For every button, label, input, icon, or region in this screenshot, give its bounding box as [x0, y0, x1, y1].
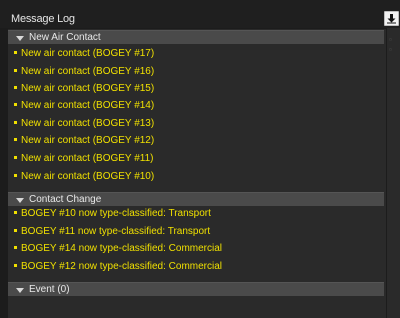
message-text: New air contact (BOGEY #10)	[21, 171, 155, 182]
message-text: BOGEY #12 now type-classified: Commercia…	[21, 261, 223, 272]
message-text: BOGEY #11 now type-classified: Transport	[21, 226, 211, 237]
scroll-rail[interactable]	[387, 28, 400, 318]
chevron-down-icon[interactable]	[11, 285, 24, 294]
message-text: New air contact (BOGEY #13)	[21, 118, 155, 129]
list-item[interactable]: BOGEY #11 now type-classified: Transport	[14, 225, 210, 239]
rail-marker-icon: ▫	[389, 35, 392, 44]
message-text: New air contact (BOGEY #17)	[21, 48, 155, 59]
message-text: New air contact (BOGEY #14)	[21, 100, 155, 111]
list-item[interactable]: New air contact (BOGEY #15)	[14, 82, 154, 96]
list-item[interactable]: New air contact (BOGEY #13)	[14, 117, 154, 131]
list-item[interactable]: BOGEY #14 now type-classified: Commercia…	[14, 242, 222, 256]
bullet-icon	[14, 50, 17, 54]
message-text: New air contact (BOGEY #16)	[21, 66, 155, 77]
chevron-down-icon[interactable]	[11, 195, 24, 204]
bullet-icon	[14, 155, 17, 159]
section-label: New Air Contact	[29, 32, 101, 43]
message-text: BOGEY #14 now type-classified: Commercia…	[21, 243, 223, 254]
section-header-new-air-contact[interactable]: New Air Contact	[8, 30, 384, 44]
section-header-contact-change[interactable]: Contact Change	[8, 192, 384, 206]
bullet-icon	[14, 210, 17, 214]
bullet-icon	[14, 263, 17, 267]
message-text: BOGEY #10 now type-classified: Transport	[21, 208, 211, 219]
bullet-icon	[14, 85, 17, 89]
section-label: Event (0)	[29, 284, 70, 295]
list-item[interactable]: New air contact (BOGEY #16)	[14, 65, 154, 79]
bullet-icon	[14, 102, 17, 106]
bullet-icon	[14, 245, 17, 249]
list-item[interactable]: New air contact (BOGEY #14)	[14, 99, 154, 113]
download-icon	[387, 14, 396, 24]
message-text: New air contact (BOGEY #15)	[21, 83, 155, 94]
bullet-icon	[14, 120, 17, 124]
download-button[interactable]	[384, 11, 399, 26]
list-item[interactable]: New air contact (BOGEY #10)	[14, 170, 154, 184]
bullet-icon	[14, 228, 17, 232]
bullet-icon	[14, 68, 17, 72]
message-log-window: Message Log ▫ ▫ New Air Contact New air …	[0, 0, 400, 318]
list-item[interactable]: New air contact (BOGEY #17)	[14, 47, 154, 61]
message-text: New air contact (BOGEY #11)	[21, 153, 154, 164]
list-item[interactable]: BOGEY #10 now type-classified: Transport	[14, 207, 211, 221]
section-header-event[interactable]: Event (0)	[8, 282, 384, 296]
window-title: Message Log	[11, 13, 75, 25]
list-item[interactable]: BOGEY #12 now type-classified: Commercia…	[14, 260, 222, 274]
chevron-down-icon[interactable]	[11, 33, 24, 42]
rail-marker-icon: ▫	[389, 45, 392, 54]
bullet-icon	[14, 173, 17, 177]
list-item[interactable]: New air contact (BOGEY #11)	[14, 152, 153, 166]
bullet-icon	[14, 137, 17, 141]
section-label: Contact Change	[29, 194, 102, 205]
title-bar: Message Log	[0, 0, 400, 28]
message-text: New air contact (BOGEY #12)	[21, 135, 155, 146]
list-item[interactable]: New air contact (BOGEY #12)	[14, 134, 154, 148]
